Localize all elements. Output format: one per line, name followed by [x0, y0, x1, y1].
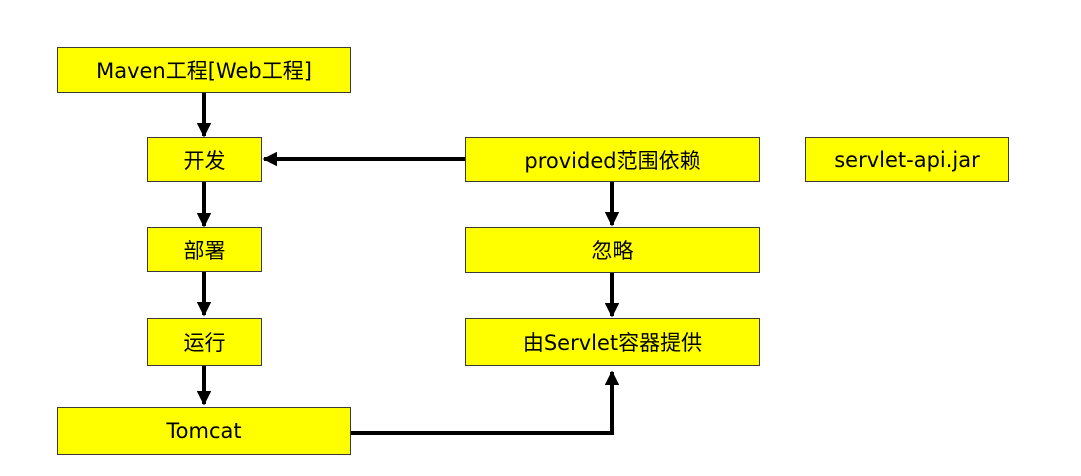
run-node: 运行: [147, 318, 262, 366]
deploy-node: 部署: [147, 227, 262, 272]
ignore-node: 忽略: [465, 227, 760, 273]
tomcat-node: Tomcat: [57, 407, 351, 455]
servlet-container-node: 由Servlet容器提供: [465, 318, 760, 366]
develop-node: 开发: [147, 137, 262, 182]
servlet-api-jar-node: servlet-api.jar: [805, 137, 1009, 182]
provided-scope-node: provided范围依赖: [465, 137, 760, 182]
arrow-tomcat-to-container: [350, 370, 620, 435]
maven-project-node: Maven工程[Web工程]: [57, 47, 351, 93]
